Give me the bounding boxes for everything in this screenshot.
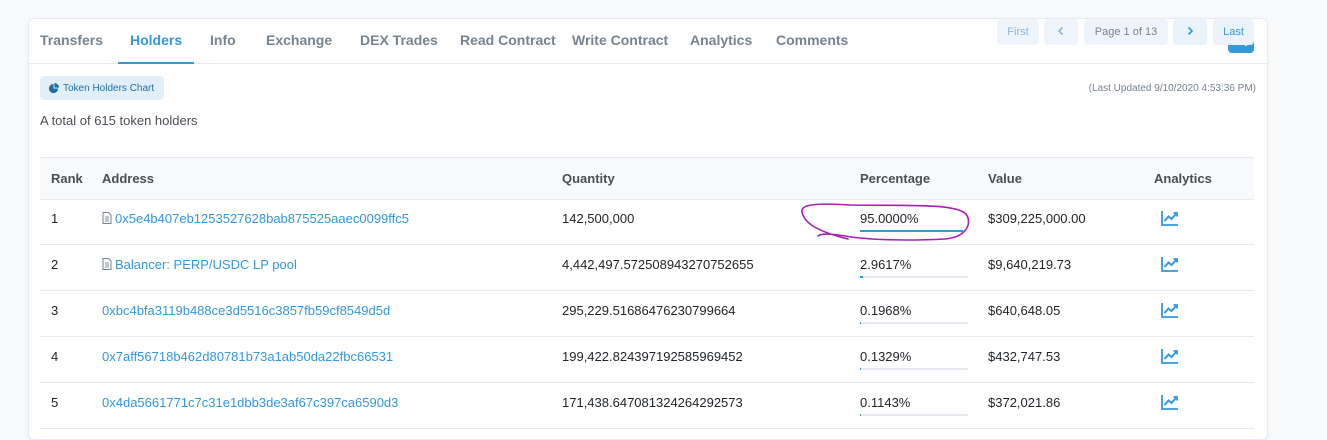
value-cell: $640,648.05 bbox=[988, 303, 1061, 318]
chevron-right-icon bbox=[1187, 26, 1194, 36]
percentage-bar-fill bbox=[860, 414, 861, 416]
rank-cell: 1 bbox=[51, 211, 59, 226]
table-row: 5 0x4da5661771c7c31e1dbb3de3af67c397ca659… bbox=[40, 382, 1254, 429]
header-rank: Rank bbox=[51, 171, 83, 186]
tab-transfers[interactable]: Transfers bbox=[40, 19, 103, 63]
table-row: 2 Balancer: PERP/USDC LP pool 4,442,497.57… bbox=[40, 244, 1254, 291]
tab-comments[interactable]: Comments bbox=[776, 19, 848, 63]
percentage-cell: 0.1968% bbox=[860, 290, 970, 336]
chevron-left-icon bbox=[1057, 26, 1064, 36]
percentage-cell: 95.0000% bbox=[860, 198, 970, 244]
address-cell: Balancer: PERP/USDC LP pool bbox=[102, 244, 297, 286]
quantity-cell: 295,229.51686476230799664 bbox=[562, 303, 736, 318]
percentage-bar bbox=[860, 322, 968, 324]
tab-holders[interactable]: Holders bbox=[117, 19, 195, 64]
tab-analytics[interactable]: Analytics bbox=[690, 19, 752, 63]
holder-address-link[interactable]: 0xbc4bfa3119b488ce3d5516c3857fb59cf8549d… bbox=[102, 303, 390, 318]
value-cell: $309,225,000.00 bbox=[988, 211, 1086, 226]
analytics-chart-icon[interactable] bbox=[1161, 348, 1179, 364]
tab-dex-trades[interactable]: DEX Trades bbox=[360, 19, 438, 63]
header-address: Address bbox=[102, 171, 155, 186]
table-header: Rank Address Quantity Percentage Value A… bbox=[40, 157, 1254, 200]
percentage-text: 0.1329% bbox=[860, 349, 912, 364]
address-cell: 0xbc4bfa3119b488ce3d5516c3857fb59cf8549d… bbox=[102, 290, 390, 332]
table-row: 4 0x7aff56718b462d80781b73a1ab50da22fbc66… bbox=[40, 336, 1254, 383]
holder-address-link[interactable]: 0x5e4b407eb1253527628bab875525aaec0099ff… bbox=[115, 211, 409, 226]
percentage-cell: 0.1329% bbox=[860, 336, 970, 382]
percentage-text: 0.1143% bbox=[860, 395, 911, 410]
analytics-chart-icon[interactable] bbox=[1161, 256, 1179, 272]
rank-cell: 2 bbox=[51, 257, 59, 272]
percentage-bar bbox=[860, 368, 968, 370]
address-cell: 0x4da5661771c7c31e1dbb3de3af67c397ca6590… bbox=[102, 382, 398, 424]
holders-card: Transfers Holders Info Exchange DEX Trad… bbox=[28, 18, 1268, 440]
total-holders-text: A total of 615 token holders bbox=[40, 113, 198, 128]
quantity-cell: 171,438.647081324264292573 bbox=[562, 395, 743, 410]
address-cell: 0x7aff56718b462d80781b73a1ab50da22fbc665… bbox=[102, 336, 393, 378]
rank-cell: 3 bbox=[51, 303, 59, 318]
percentage-bar bbox=[860, 276, 968, 278]
contract-file-icon bbox=[102, 212, 112, 224]
last-updated-text: (Last Updated 9/10/2020 4:53:36 PM) bbox=[1088, 83, 1256, 94]
percentage-bar-fill bbox=[860, 276, 863, 278]
percentage-bar bbox=[860, 414, 968, 416]
token-holders-chart-label: Token Holders Chart bbox=[63, 82, 155, 94]
pagination-next-button[interactable] bbox=[1173, 19, 1207, 45]
quantity-cell: 142,500,000 bbox=[562, 211, 635, 226]
percentage-text: 0.1968% bbox=[860, 303, 912, 318]
token-holders-chart-button[interactable]: Token Holders Chart bbox=[40, 76, 165, 100]
contract-file-icon bbox=[102, 258, 112, 270]
header-quantity: Quantity bbox=[562, 171, 615, 186]
holder-address-link[interactable]: 0x7aff56718b462d80781b73a1ab50da22fbc665… bbox=[102, 349, 393, 364]
header-analytics: Analytics bbox=[1154, 171, 1212, 186]
percentage-text: 95.0000% bbox=[860, 211, 919, 226]
pagination-prev-button[interactable] bbox=[1044, 19, 1078, 45]
quantity-cell: 4,442,497.572508943270752655 bbox=[562, 257, 754, 272]
percentage-bar-fill bbox=[860, 368, 861, 370]
rank-cell: 4 bbox=[51, 349, 59, 364]
percentage-bar bbox=[860, 230, 968, 232]
pagination-page-info: Page 1 of 13 bbox=[1084, 19, 1168, 45]
tab-read-contract[interactable]: Read Contract bbox=[460, 19, 556, 63]
address-cell: 0x5e4b407eb1253527628bab875525aaec0099ff… bbox=[102, 198, 409, 240]
holder-address-link[interactable]: 0x4da5661771c7c31e1dbb3de3af67c397ca6590… bbox=[102, 395, 398, 410]
percentage-bar-fill bbox=[860, 230, 963, 232]
holder-address-link[interactable]: Balancer: PERP/USDC LP pool bbox=[115, 257, 297, 272]
value-cell: $372,021.86 bbox=[988, 395, 1061, 410]
tab-exchange[interactable]: Exchange bbox=[266, 19, 332, 63]
percentage-text: 2.9617% bbox=[860, 257, 912, 272]
analytics-chart-icon[interactable] bbox=[1161, 394, 1179, 410]
tab-bar: Transfers Holders Info Exchange DEX Trad… bbox=[29, 19, 1267, 64]
header-percentage: Percentage bbox=[860, 171, 931, 186]
tab-write-contract[interactable]: Write Contract bbox=[572, 19, 668, 63]
analytics-chart-icon[interactable] bbox=[1161, 302, 1179, 318]
tab-info[interactable]: Info bbox=[210, 19, 236, 63]
pagination-first[interactable]: First bbox=[997, 19, 1039, 45]
value-cell: $432,747.53 bbox=[988, 349, 1061, 364]
pie-chart-icon bbox=[48, 82, 59, 93]
analytics-chart-icon[interactable] bbox=[1161, 210, 1179, 226]
table-row: 1 0x5e4b407eb1253527628bab875525aaec0099f… bbox=[40, 198, 1254, 245]
value-cell: $9,640,219.73 bbox=[988, 257, 1072, 272]
percentage-bar-fill bbox=[860, 322, 861, 324]
quantity-cell: 199,422.824397192585969452 bbox=[562, 349, 743, 364]
pagination-last[interactable]: Last bbox=[1213, 19, 1254, 45]
table-row: 3 0xbc4bfa3119b488ce3d5516c3857fb59cf8549… bbox=[40, 290, 1254, 337]
percentage-cell: 2.9617% bbox=[860, 244, 970, 290]
header-value: Value bbox=[988, 171, 1022, 186]
percentage-cell: 0.1143% bbox=[860, 382, 970, 428]
rank-cell: 5 bbox=[51, 395, 59, 410]
